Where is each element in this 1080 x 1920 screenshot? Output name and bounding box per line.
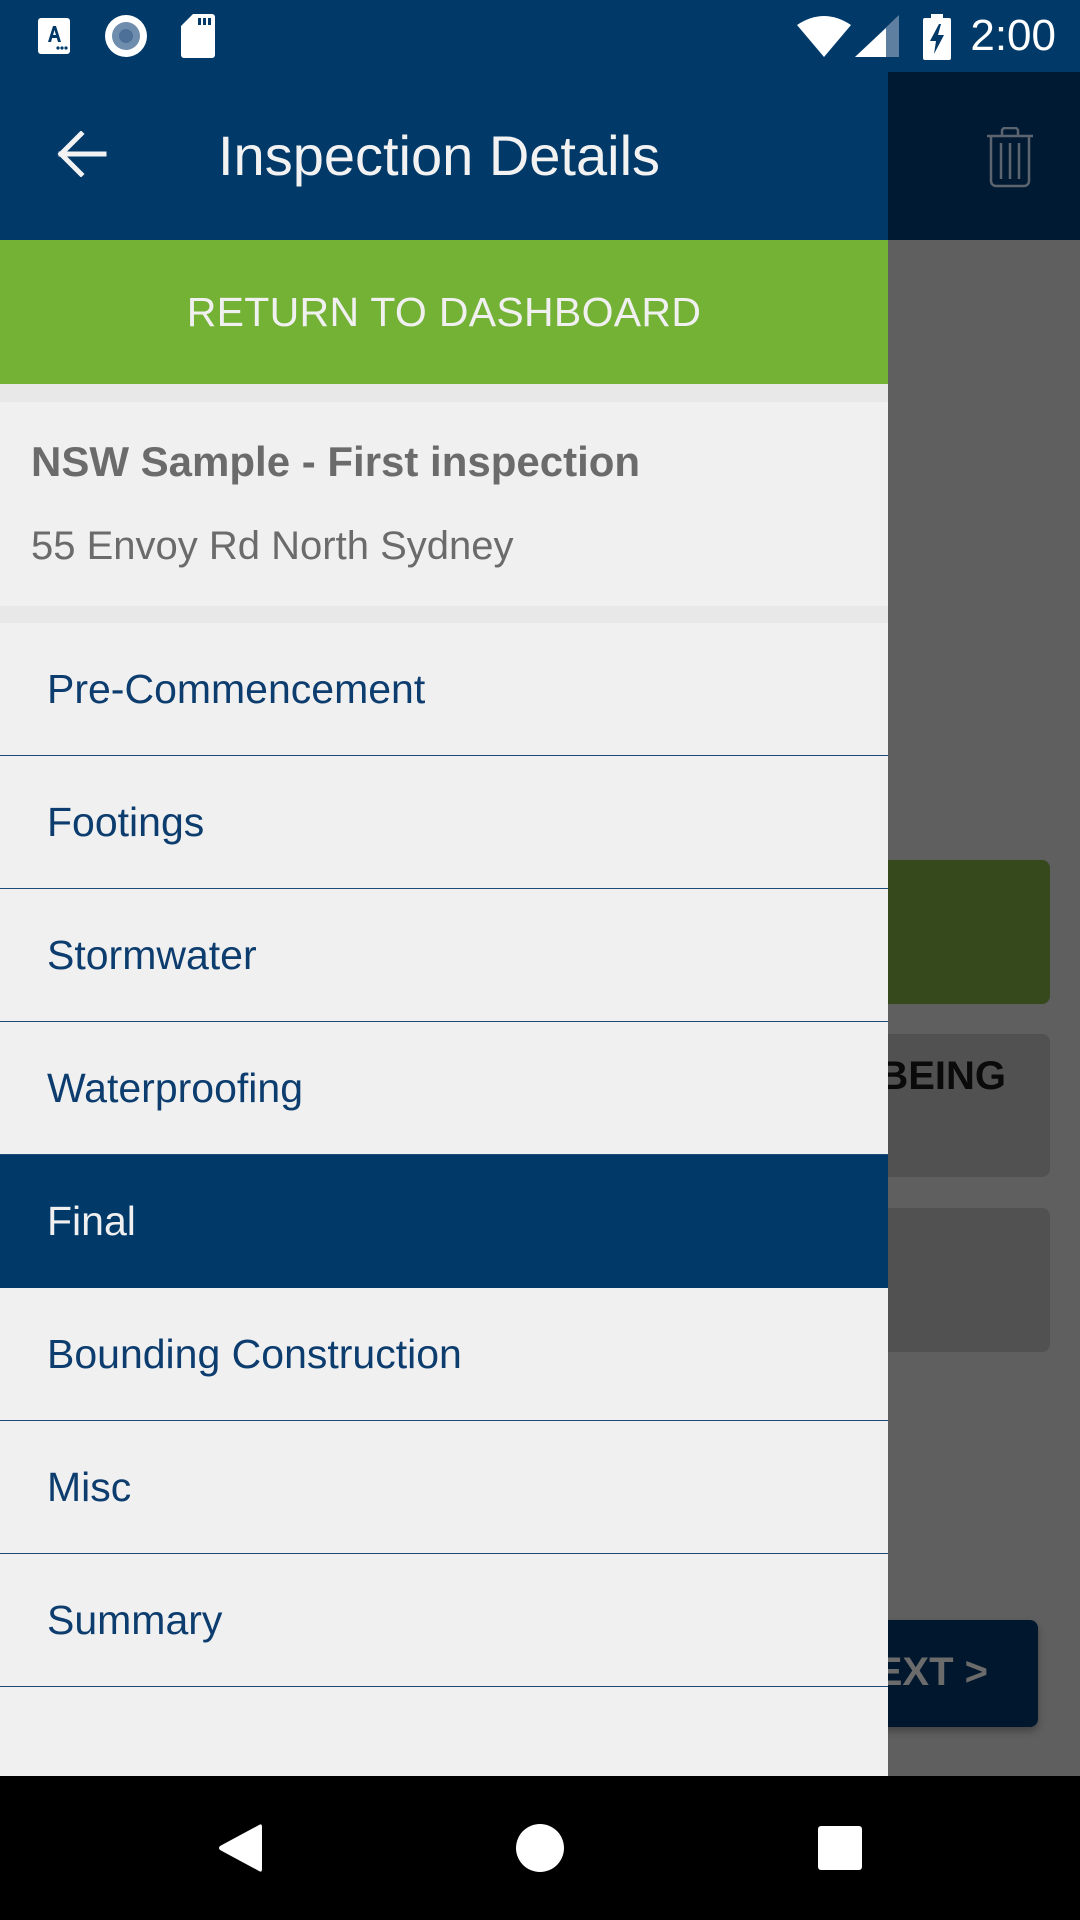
inspection-address: 55 Envoy Rd North Sydney (31, 524, 514, 568)
system-back-button[interactable] (192, 1800, 288, 1896)
inspection-stage-list: Pre-Commencement Footings Stormwater Wat… (0, 623, 888, 1687)
cell-signal-icon (855, 15, 899, 57)
record-circle-icon (105, 15, 147, 57)
trash-icon[interactable] (986, 127, 1034, 188)
home-circle-icon (516, 1824, 564, 1872)
stage-item-label: Misc (47, 1463, 132, 1510)
stage-item-stormwater[interactable]: Stormwater (0, 889, 888, 1022)
return-to-dashboard-button[interactable]: RETURN TO DASHBOARD (0, 240, 888, 384)
arrow-left-icon (57, 131, 107, 177)
stage-item-bounding-construction[interactable]: Bounding Construction (0, 1288, 888, 1421)
stage-item-misc[interactable]: Misc (0, 1421, 888, 1554)
return-to-dashboard-label: RETURN TO DASHBOARD (186, 288, 702, 335)
stage-item-label: Waterproofing (47, 1064, 303, 1111)
recents-square-icon (818, 1826, 862, 1870)
stage-item-label: Summary (47, 1596, 223, 1643)
wifi-icon (797, 16, 851, 57)
drawer-header: Inspection Details (0, 72, 888, 240)
stage-item-label: Pre-Commencement (47, 665, 426, 712)
background-toolbar (888, 72, 1080, 240)
status-time: 2:00 (970, 11, 1056, 60)
stage-item-label: Stormwater (47, 931, 257, 978)
inspection-info-card: NSW Sample - First inspection 55 Envoy R… (0, 402, 888, 606)
back-triangle-icon (219, 1824, 262, 1872)
stage-item-label: Bounding Construction (47, 1330, 462, 1377)
sd-card-icon (181, 14, 215, 58)
battery-charging-icon (923, 14, 951, 60)
back-button[interactable] (40, 112, 124, 196)
stage-item-waterproofing[interactable]: Waterproofing (0, 1022, 888, 1155)
divider (0, 606, 888, 623)
system-navigation-bar (0, 1776, 1080, 1920)
stage-item-summary[interactable]: Summary (0, 1554, 888, 1687)
stage-item-label: Footings (47, 798, 205, 845)
stage-item-final[interactable]: Final (0, 1155, 888, 1288)
inspection-name: NSW Sample - First inspection (31, 438, 641, 485)
stage-item-pre-commencement[interactable]: Pre-Commencement (0, 623, 888, 756)
page-title: Inspection Details (218, 124, 661, 187)
accessibility-a-icon (38, 18, 70, 54)
stage-item-label: Final (47, 1197, 136, 1244)
stage-item-footings[interactable]: Footings (0, 756, 888, 889)
divider (0, 384, 888, 402)
system-home-button[interactable] (492, 1800, 588, 1896)
navigation-drawer: Inspection Details RETURN TO DASHBOARD N… (0, 72, 888, 1776)
status-bar: 2:00 (0, 0, 1080, 72)
background-card-text: BEING (879, 1054, 1006, 1098)
background-content-scrim[interactable] (888, 240, 1080, 1776)
system-recents-button[interactable] (792, 1800, 888, 1896)
